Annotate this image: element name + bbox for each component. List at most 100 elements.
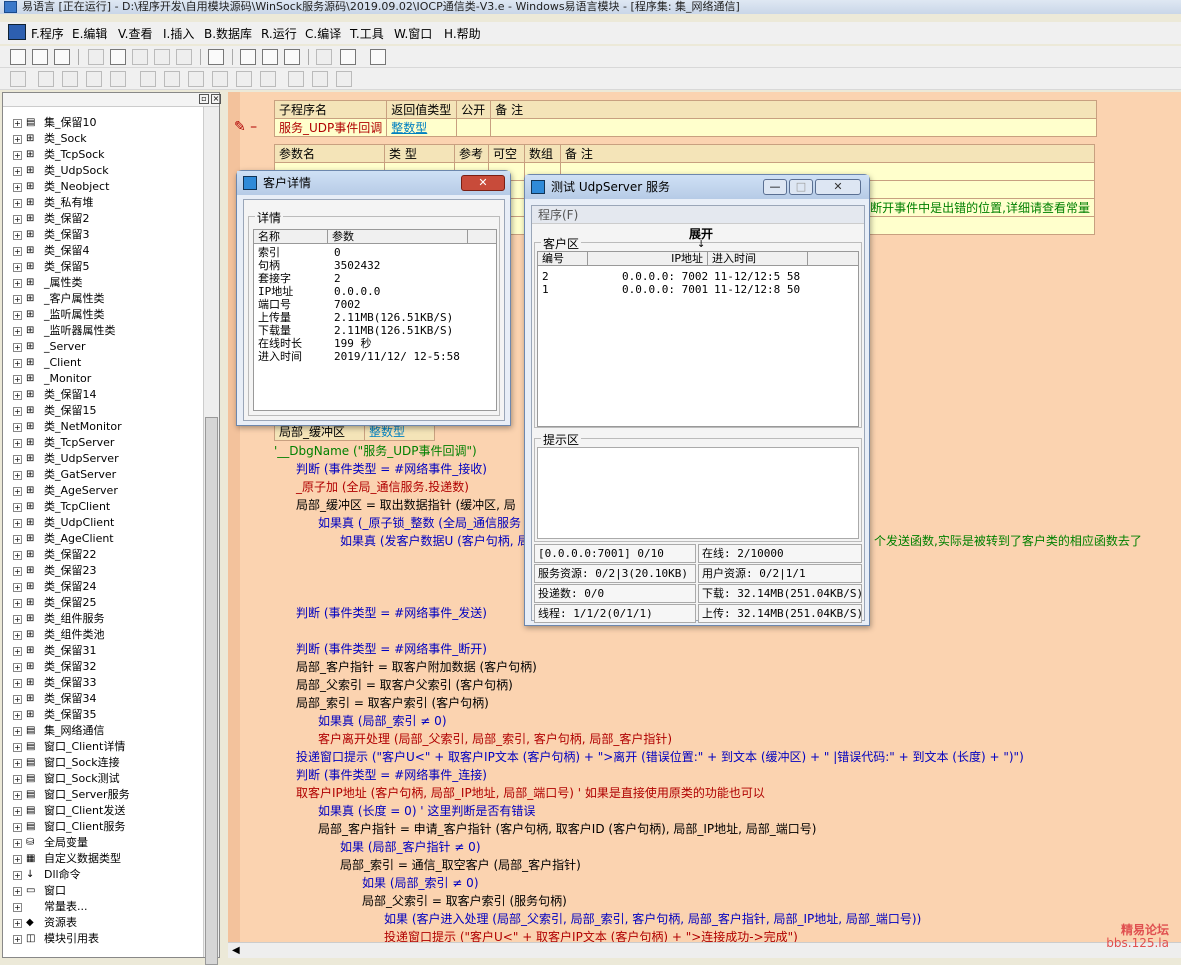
code-line[interactable]: 局部_父索引 = 取客户索引 (服务句柄) (362, 892, 567, 910)
expand-icon[interactable]: + (13, 182, 22, 192)
tree-item[interactable]: + ⊞ 类_UdpSock (13, 163, 109, 179)
module-icon[interactable] (8, 24, 26, 40)
new-file-icon[interactable] (10, 49, 26, 65)
tree-item[interactable]: + ⊞ _Client (13, 355, 81, 371)
open-folder-icon[interactable] (32, 49, 48, 65)
expand-icon[interactable]: + (13, 614, 22, 624)
expand-icon[interactable]: + (13, 438, 22, 448)
expand-icon[interactable]: + (13, 694, 22, 704)
tree-item[interactable]: + ⊞ 类_保留22 (13, 547, 97, 563)
expand-icon[interactable]: + (13, 870, 22, 880)
tree-item[interactable]: + ⊞ 类_保留23 (13, 563, 97, 579)
detail-value-cell[interactable]: 0.0.0.0 (334, 285, 380, 298)
expand-icon[interactable]: + (13, 518, 22, 528)
tree-item[interactable]: + ⊞ 类_保留32 (13, 659, 97, 675)
client-listview[interactable]: 编号 IP地址 进入时间 2 0.0.0.0: 7002 11-12/12:5 58… (537, 251, 859, 427)
code-line[interactable]: 局部_索引 = 通信_取空客户 (局部_客户指针) (340, 856, 581, 874)
expand-icon[interactable]: + (13, 454, 22, 464)
expand-icon[interactable]: + (13, 134, 22, 144)
client-row-cell[interactable]: 11-12/12:5 58 (714, 270, 800, 283)
code-line[interactable]: 投递窗口提示 ("客户U<" + 取客户IP文本 (客户句柄) + ">离开 (… (296, 748, 1024, 766)
tree-item[interactable]: + ⊞ 类_AgeServer (13, 483, 118, 499)
menu-window[interactable]: W.窗口 (394, 25, 432, 42)
detail-name-cell[interactable]: 在线时长 (258, 337, 302, 350)
breakpoint-marker-icon[interactable]: ✎ – (234, 118, 257, 136)
code-line[interactable]: 取客户IP地址 (客户句柄, 局部_IP地址, 局部_端口号) ' 如果是直接使… (296, 784, 765, 802)
expand-icon[interactable]: + (13, 262, 22, 272)
panel-restore-icon[interactable]: ▫ (199, 94, 209, 104)
tree-item[interactable]: + ⊞ 类_TcpClient (13, 499, 110, 515)
tree-item[interactable]: + ▤ 窗口_Server服务 (13, 787, 130, 803)
detail-value-cell[interactable]: 199 秒 (334, 337, 372, 350)
expand-icon[interactable]: + (13, 166, 22, 176)
h-space-icon[interactable] (212, 71, 228, 87)
client-row-cell[interactable]: 0.0.0.0: 7001 (622, 283, 708, 296)
client-row-cell[interactable]: 0.0.0.0: 7002 (622, 270, 708, 283)
expand-icon[interactable]: + (13, 566, 22, 576)
detail-value-cell[interactable]: 2.11MB(126.51KB/S) (334, 311, 453, 324)
col-id-header[interactable]: 编号 (538, 252, 588, 266)
expand-icon[interactable]: + (13, 214, 22, 224)
code-line[interactable]: 如果真 (局部_索引 ≠ 0) (318, 712, 447, 730)
menu-edit[interactable]: E.编辑 (72, 25, 107, 42)
tree-item[interactable]: + ⊞ 类_Neobject (13, 179, 109, 195)
code-line[interactable]: 判断 (事件类型 = #网络事件_发送) (296, 604, 487, 622)
menu-view[interactable]: V.查看 (118, 25, 152, 42)
expand-icon[interactable]: + (13, 838, 22, 848)
tree-item[interactable]: + ▦ 自定义数据类型 (13, 851, 121, 867)
same-width-icon[interactable] (140, 71, 156, 87)
run-icon[interactable] (316, 49, 332, 65)
client-row-cell[interactable]: 2 (542, 270, 549, 283)
tree-item[interactable]: + ⊞ 类_GatServer (13, 467, 116, 483)
detail-value-cell[interactable]: 7002 (334, 298, 361, 311)
tree-item[interactable]: + ⊞ 类_保留5 (13, 259, 90, 275)
expand-icon[interactable]: + (13, 502, 22, 512)
public-cell[interactable] (456, 118, 492, 137)
redo-icon[interactable] (176, 49, 192, 65)
tip-textbox[interactable] (537, 447, 859, 539)
tree-item[interactable]: + ▤ 窗口_Client服务 (13, 819, 125, 835)
code-line[interactable]: 判断 (事件类型 = #网络事件_接收) (296, 460, 487, 478)
detail-name-cell[interactable]: 句柄 (258, 259, 280, 272)
copy-icon[interactable] (110, 49, 126, 65)
layout-grid-icon[interactable] (284, 49, 300, 65)
expand-icon[interactable]: + (13, 374, 22, 384)
code-line[interactable]: 判断 (事件类型 = #网络事件_连接) (296, 766, 487, 784)
expand-icon[interactable]: + (13, 774, 22, 784)
expand-icon[interactable]: + (13, 806, 22, 816)
tree-item[interactable]: + ⊞ 类_TcpServer (13, 435, 114, 451)
expand-icon[interactable]: + (13, 934, 22, 944)
expand-icon[interactable]: + (13, 358, 22, 368)
expand-icon[interactable]: + (13, 342, 22, 352)
menu-help[interactable]: H.帮助 (444, 25, 481, 42)
scrollbar-thumb[interactable] (205, 417, 218, 965)
tree-item[interactable]: + ⛁ 全局变量 (13, 835, 88, 851)
expand-icon[interactable]: + (13, 230, 22, 240)
code-line[interactable]: '__DbgName ("服务_UDP事件回调") (274, 442, 477, 460)
align-right-icon[interactable] (62, 71, 78, 87)
code-line[interactable]: 局部_客户指针 = 申请_客户指针 (客户句柄, 取客户ID (客户句柄), 局… (318, 820, 816, 838)
code-line[interactable]: 如果 (客户进入处理 (局部_父索引, 局部_索引, 客户句柄, 局部_客户指针… (384, 910, 921, 928)
code-line[interactable]: 局部_客户指针 = 取客户附加数据 (客户句柄) (296, 658, 537, 676)
scroll-left-icon[interactable]: ◀ (232, 945, 240, 956)
code-line[interactable]: 如果真 (_原子锁_整数 (全局_通信服务 (318, 514, 521, 532)
col-ip-header[interactable]: IP地址 (588, 252, 708, 266)
maximize-icon[interactable]: □ (789, 179, 813, 195)
expand-icon[interactable]: + (13, 150, 22, 160)
tree-item[interactable]: + ⊞ 类_私有堆 (13, 195, 94, 211)
tree-item[interactable]: + ⊞ _Server (13, 339, 86, 355)
save-icon[interactable] (54, 49, 70, 65)
tree-item[interactable]: + ↓ Dll命令 (13, 867, 81, 883)
close-icon[interactable]: ✕ (461, 175, 505, 191)
align-left-icon[interactable] (10, 71, 26, 87)
expand-icon[interactable]: + (13, 742, 22, 752)
code-line[interactable]: 如果 (局部_索引 ≠ 0) (362, 874, 479, 892)
lock-icon[interactable] (312, 71, 328, 87)
detail-listview[interactable]: 名称 参数 索引 0 句柄 3502432 套接字 2 IP地址 0.0.0.0 端口号 7002… (253, 229, 497, 411)
tree-item[interactable]: + ⊞ 类_UdpClient (13, 515, 114, 531)
detail-name-cell[interactable]: IP地址 (258, 285, 293, 298)
menu-program-f[interactable]: 程序(F) (532, 206, 864, 224)
expand-icon[interactable]: + (13, 406, 22, 416)
code-line[interactable]: _原子加 (全局_通信服务.投递数) (296, 478, 469, 496)
tree-item[interactable]: + ▤ 窗口_Sock测试 (13, 771, 120, 787)
